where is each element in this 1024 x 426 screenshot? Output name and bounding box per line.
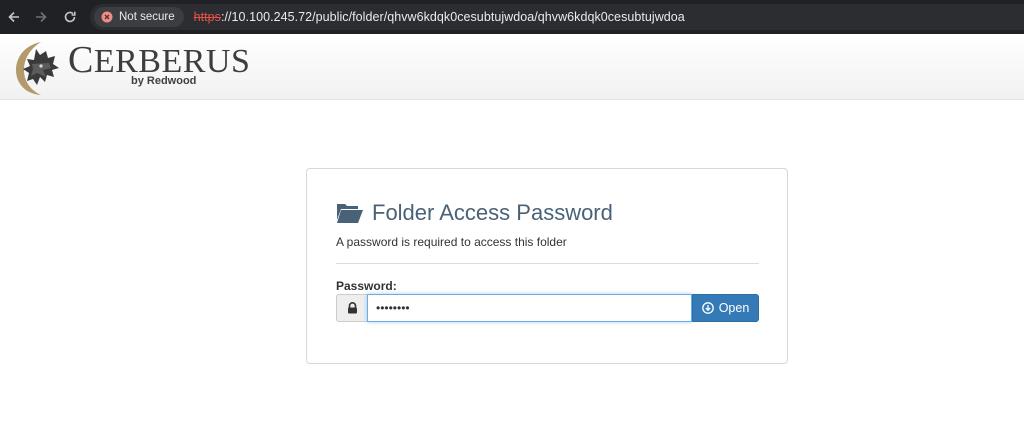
download-circle-icon: [701, 302, 714, 314]
warning-icon: [101, 11, 113, 23]
lock-addon: [336, 294, 367, 322]
open-button-label: Open: [718, 301, 750, 315]
forward-arrow-icon[interactable]: [31, 7, 51, 27]
security-label: Not secure: [119, 11, 175, 23]
brand-subtitle: by Redwood: [131, 75, 197, 87]
url-scheme: https: [193, 10, 221, 24]
url-text[interactable]: https://10.100.245.72/public/folder/qhvw…: [194, 10, 685, 24]
folder-open-icon: [337, 204, 363, 223]
password-label: Password:: [336, 279, 397, 293]
address-bar[interactable]: Not secure https://10.100.245.72/public/…: [90, 4, 1024, 30]
browser-toolbar: Not secure https://10.100.245.72/public/…: [0, 0, 1024, 34]
cerberus-logo-icon: [16, 42, 59, 95]
page-title: Folder Access Password: [372, 200, 613, 225]
card-title: Folder Access Password: [336, 200, 613, 226]
card-subtitle: A password is required to access this fo…: [336, 235, 567, 249]
back-arrow-icon[interactable]: [4, 7, 24, 27]
site-header: CERBERUS by Redwood: [0, 34, 1024, 100]
divider: [336, 263, 759, 264]
password-input-group: Open: [336, 294, 759, 322]
brand-name: CERBERUS: [68, 39, 251, 81]
reload-icon[interactable]: [60, 7, 80, 27]
lock-icon: [347, 302, 357, 314]
password-input[interactable]: [367, 294, 692, 322]
open-button[interactable]: Open: [692, 294, 759, 322]
security-chip[interactable]: Not secure: [94, 7, 184, 27]
folder-access-card: Folder Access Password A password is req…: [306, 168, 788, 364]
url-path: ://10.100.245.72/public/folder/qhvw6kdqk…: [220, 10, 685, 24]
